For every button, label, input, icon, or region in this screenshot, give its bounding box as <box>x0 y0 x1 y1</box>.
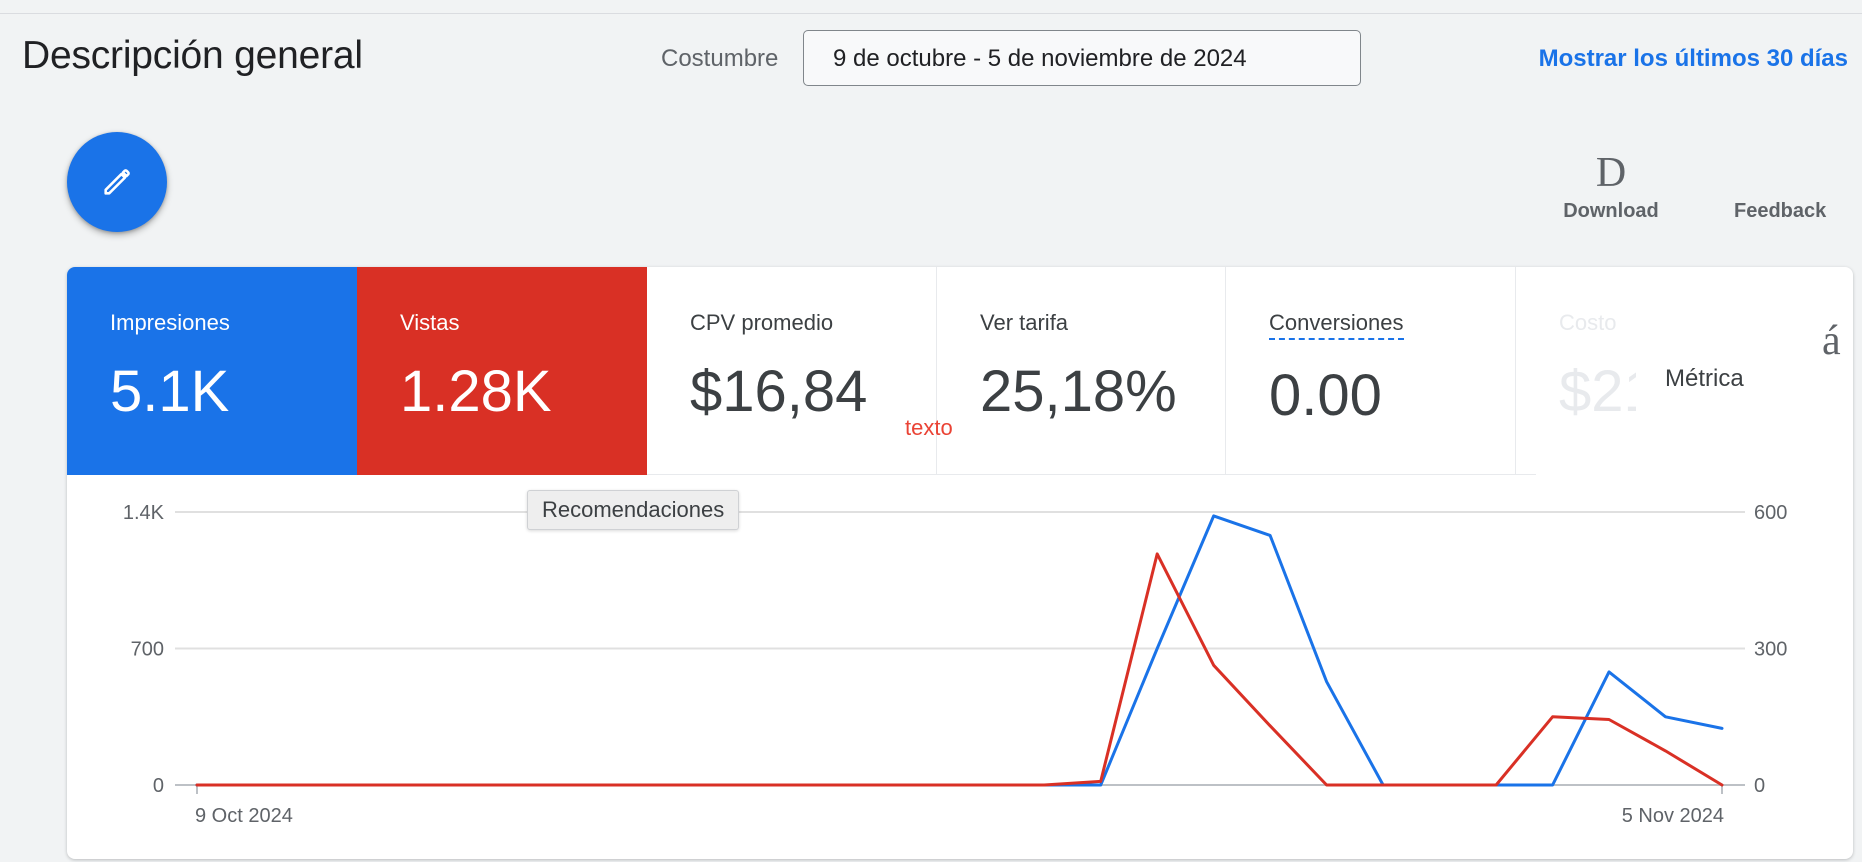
metric-label: CPV promedio <box>690 310 834 335</box>
y-left-tick-label: 0 <box>153 775 164 797</box>
metric-value: $21 <box>1559 359 1636 424</box>
accent-glyph: á <box>1822 318 1841 364</box>
metric-tab-cost[interactable]: Costo $21 <box>1516 267 1636 475</box>
pencil-icon <box>104 169 130 195</box>
metric-tab-avg-cpv[interactable]: CPV promedio $16,84 <box>647 267 937 475</box>
metric-label: Vistas <box>400 310 460 335</box>
metric-label: Impresiones <box>110 310 230 335</box>
date-range-picker[interactable]: 9 de octubre - 5 de noviembre de 2024 <box>803 30 1361 86</box>
page-title: Descripción general <box>22 34 363 77</box>
performance-line-chart: 0 700 1.4K 0 300 600 9 Oct 2024 5 Nov 2024 <box>123 502 1788 827</box>
metric-label: Ver tarifa <box>980 310 1069 335</box>
download-button[interactable]: D Download <box>1556 152 1666 223</box>
y-right-tick-label: 0 <box>1754 775 1765 797</box>
metric-label: Conversiones <box>1269 310 1404 340</box>
metric-value: $16,84 <box>690 359 868 424</box>
metric-value: 0.00 <box>1269 363 1382 428</box>
y-left-tick-label: 1.4K <box>123 502 165 524</box>
edit-button[interactable] <box>67 132 167 232</box>
y-right-tick-label: 600 <box>1754 502 1787 524</box>
metric-tab-conversions[interactable]: Conversiones 0.00 <box>1226 267 1516 475</box>
x-tick-label: 5 Nov 2024 <box>1622 805 1724 827</box>
annotation-text: texto <box>905 415 953 440</box>
metric-tab-views[interactable]: Vistas 1.28K <box>357 267 647 475</box>
recommendations-tooltip: Recomendaciones <box>527 490 740 530</box>
metric-selector[interactable]: Métrica <box>1665 365 1744 393</box>
series-line-impressions <box>195 514 1724 787</box>
metric-value: 1.28K <box>400 359 552 424</box>
metrics-chart-card: Impresiones 5.1K Vistas 1.28K CPV promed… <box>67 267 1853 859</box>
top-divider <box>0 13 1862 14</box>
overview-page: Descripción general Costumbre 9 de octub… <box>0 0 1862 862</box>
metric-value: 25,18% <box>980 359 1177 424</box>
download-label: Download <box>1563 200 1659 222</box>
metric-label: Costo <box>1559 310 1617 335</box>
series-line-views <box>195 552 1724 787</box>
metric-tabs: Impresiones 5.1K Vistas 1.28K CPV promed… <box>67 267 1636 475</box>
y-left-tick-label: 700 <box>131 639 164 661</box>
date-range-type-label: Costumbre <box>661 45 779 72</box>
download-icon: D <box>1595 150 1627 196</box>
feedback-button[interactable]: Feedback <box>1734 200 1826 223</box>
metric-tab-view-rate[interactable]: Ver tarifa 25,18% <box>937 267 1226 475</box>
metric-tab-impressions[interactable]: Impresiones 5.1K <box>67 267 357 475</box>
y-right-tick-label: 300 <box>1754 639 1787 661</box>
x-tick-label: 9 Oct 2024 <box>195 805 293 827</box>
show-last-30-days-link[interactable]: Mostrar los últimos 30 días <box>1539 45 1848 73</box>
metric-value: 5.1K <box>110 359 230 424</box>
